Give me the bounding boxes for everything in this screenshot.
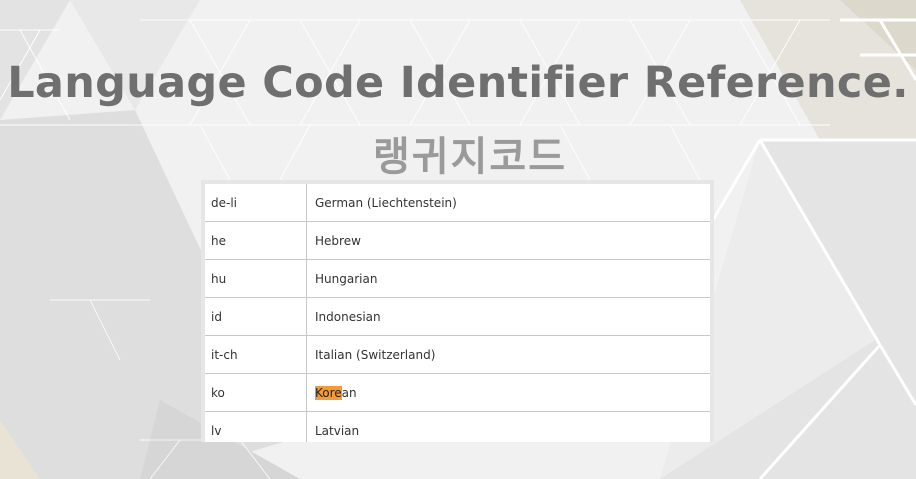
language-cell-rest: an	[341, 385, 357, 400]
language-cell: Kore an	[307, 374, 710, 411]
language-cell: Italian (Switzerland)	[315, 347, 436, 362]
page-title: Language Code Identifier Reference.	[7, 58, 909, 108]
table-row: he Hebrew	[205, 222, 710, 260]
code-cell: id	[205, 298, 307, 335]
table-row: it-ch Italian (Switzerland)	[205, 336, 710, 374]
table-row: lv Latvian	[205, 412, 710, 442]
search-highlight: Kore	[315, 385, 342, 400]
table-row: hu Hungarian	[205, 260, 710, 298]
code-cell: lv	[205, 412, 307, 442]
code-cell: he	[205, 222, 307, 259]
code-cell: de-li	[205, 184, 307, 221]
code-cell: hu	[205, 260, 307, 297]
table-row: id Indonesian	[205, 298, 710, 336]
language-cell: Latvian	[315, 423, 360, 438]
table-body: de-li German (Liechtenstein) he Hebrew h…	[205, 184, 710, 442]
page-subtitle: 랭귀지코드	[373, 134, 567, 180]
language-cell: Hungarian	[315, 271, 378, 286]
language-code-table: de-li German (Liechtenstein) he Hebrew h…	[201, 180, 714, 442]
code-cell: it-ch	[205, 336, 307, 373]
table-row: ko Kore an	[205, 374, 710, 412]
table-row: de-li German (Liechtenstein)	[205, 184, 710, 222]
language-cell: German (Liechtenstein)	[315, 195, 457, 210]
language-cell: Indonesian	[315, 309, 381, 324]
code-cell: ko	[205, 374, 307, 411]
language-cell: Hebrew	[315, 233, 361, 248]
